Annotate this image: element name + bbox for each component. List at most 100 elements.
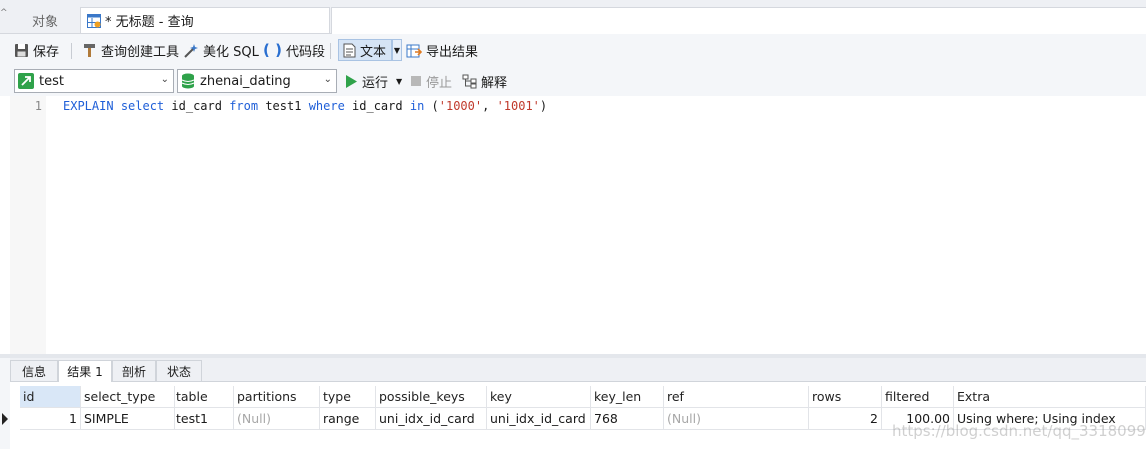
sql-token: '1001' xyxy=(496,99,540,113)
cell-type[interactable]: range xyxy=(320,408,376,430)
tab-status[interactable]: 状态 xyxy=(156,360,202,381)
tab-profile[interactable]: 剖析 xyxy=(112,360,156,381)
sql-code-line[interactable]: EXPLAIN select id_card from test1 where … xyxy=(63,99,547,113)
query-table-icon xyxy=(87,13,101,28)
scroll-up-icon[interactable]: ^ xyxy=(0,8,8,20)
query-builder-button[interactable]: 查询创建工具 xyxy=(82,39,179,61)
tab-bar-empty xyxy=(331,7,1146,34)
sql-token: where xyxy=(308,99,345,113)
play-icon xyxy=(346,74,357,88)
sql-token: test1 xyxy=(258,99,309,113)
tab-query-label: * 无标题 - 查询 xyxy=(105,15,194,30)
column-header-rows[interactable]: rows xyxy=(809,386,882,408)
column-header-partitions[interactable]: partitions xyxy=(234,386,320,408)
watermark: https://blog.csdn.net/qq_33180997 xyxy=(892,422,1146,440)
column-header-type[interactable]: type xyxy=(320,386,376,408)
cell-possible-keys[interactable]: uni_idx_id_card xyxy=(376,408,487,430)
cell-ref[interactable]: (Null) xyxy=(664,408,809,430)
cell-table[interactable]: test1 xyxy=(173,408,234,430)
magic-wand-icon xyxy=(183,43,199,58)
column-header-id[interactable]: id xyxy=(20,386,81,408)
explain-icon xyxy=(462,74,478,89)
explain-label: 解释 xyxy=(481,75,508,91)
text-mode-button[interactable]: 文本 xyxy=(338,39,392,61)
column-header-select-type[interactable]: select_type xyxy=(81,386,175,408)
connection-toolbar: test ⌄ zhenai_dating ⌄ 运行 ▼ 停止 解释 xyxy=(0,66,1146,96)
cell-select-type[interactable]: SIMPLE xyxy=(81,408,175,430)
export-results-label: 导出结果 xyxy=(426,44,479,60)
tab-query[interactable]: * 无标题 - 查询 xyxy=(80,7,330,33)
sql-token: ) xyxy=(539,99,548,113)
tab-bar: ^ 对象 * 无标题 - 查询 xyxy=(0,0,1146,34)
chevron-down-icon: ▼ xyxy=(393,45,401,55)
save-button[interactable]: 保存 xyxy=(14,39,59,61)
sql-token: from xyxy=(229,99,259,113)
grid-header-row: id select_type table partitions type pos… xyxy=(10,386,1146,408)
sql-token: select xyxy=(120,99,165,113)
cell-key-len[interactable]: 768 xyxy=(591,408,664,430)
text-mode-dropdown[interactable]: ▼ xyxy=(392,39,402,61)
column-header-possible-keys[interactable]: possible_keys xyxy=(376,386,487,408)
tab-info[interactable]: 信息 xyxy=(10,360,58,381)
chevron-down-icon: ▼ xyxy=(396,76,403,86)
stop-icon xyxy=(411,76,421,86)
chevron-down-icon: ⌄ xyxy=(323,74,332,85)
tab-result-1-label: 结果 1 xyxy=(67,365,103,379)
main-toolbar: 保存 查询创建工具 美化 SQL ( ) 代码段 文本 ▼ 导出结果 xyxy=(0,34,1146,66)
sql-editor[interactable]: 1 EXPLAIN select id_card from test1 wher… xyxy=(0,96,1146,354)
chevron-down-icon: ⌄ xyxy=(160,74,169,85)
cell-rows[interactable]: 2 xyxy=(809,408,882,430)
result-tab-bar: 信息 结果 1 剖析 状态 xyxy=(10,358,1146,382)
sql-token: id_card xyxy=(164,99,230,113)
export-results-button[interactable]: 导出结果 xyxy=(406,39,478,61)
stop-label: 停止 xyxy=(426,75,453,91)
tab-info-label: 信息 xyxy=(21,364,46,379)
tab-objects-label: 对象 xyxy=(31,14,58,30)
current-row-indicator-icon xyxy=(2,413,8,425)
code-snippet-label: 代码段 xyxy=(285,44,325,60)
column-header-ref[interactable]: ref xyxy=(664,386,809,408)
sql-token: in xyxy=(409,99,425,113)
database-icon xyxy=(181,73,195,89)
stop-button[interactable]: 停止 xyxy=(411,72,453,91)
cell-partitions[interactable]: (Null) xyxy=(234,408,320,430)
sql-token: EXPLAIN xyxy=(63,99,114,113)
line-number: 1 xyxy=(34,99,42,113)
connection-icon xyxy=(18,73,34,89)
export-grid-icon xyxy=(406,43,422,58)
beautify-sql-label: 美化 SQL xyxy=(203,44,259,60)
cell-id[interactable]: 1 xyxy=(20,408,81,430)
hammer-icon xyxy=(82,43,97,58)
run-label: 运行 xyxy=(362,75,389,91)
tab-result-1[interactable]: 结果 1 xyxy=(58,360,112,382)
query-builder-label: 查询创建工具 xyxy=(101,44,180,60)
column-header-key[interactable]: key xyxy=(487,386,591,408)
column-header-extra[interactable]: Extra xyxy=(954,386,1146,408)
database-select[interactable]: zhenai_dating ⌄ xyxy=(177,69,337,93)
text-mode-label: 文本 xyxy=(360,44,387,60)
run-button[interactable]: 运行 xyxy=(346,72,389,91)
sql-token: '1000' xyxy=(438,99,483,113)
tab-profile-label: 剖析 xyxy=(121,364,146,379)
document-icon xyxy=(343,43,356,58)
tab-objects[interactable]: 对象 xyxy=(10,7,80,33)
tab-status-label: 状态 xyxy=(166,364,191,379)
sql-token: id_card xyxy=(344,99,410,113)
toolbar-divider xyxy=(330,43,331,59)
column-header-table[interactable]: table xyxy=(173,386,234,408)
explain-button[interactable]: 解释 xyxy=(462,72,508,91)
cell-key[interactable]: uni_idx_id_card xyxy=(487,408,591,430)
connection-value: test xyxy=(39,73,64,89)
beautify-sql-button[interactable]: 美化 SQL xyxy=(183,39,259,61)
run-dropdown[interactable]: ▼ xyxy=(396,72,402,90)
sql-token: ( xyxy=(424,99,439,113)
code-snippet-button[interactable]: ( ) 代码段 xyxy=(263,39,325,61)
sql-token: , xyxy=(482,99,497,113)
line-number-gutter xyxy=(10,96,46,354)
save-label: 保存 xyxy=(33,44,60,60)
column-header-filtered[interactable]: filtered xyxy=(882,386,954,408)
toolbar-divider xyxy=(71,43,72,59)
column-header-key-len[interactable]: key_len xyxy=(591,386,664,408)
connection-select[interactable]: test ⌄ xyxy=(14,69,174,93)
